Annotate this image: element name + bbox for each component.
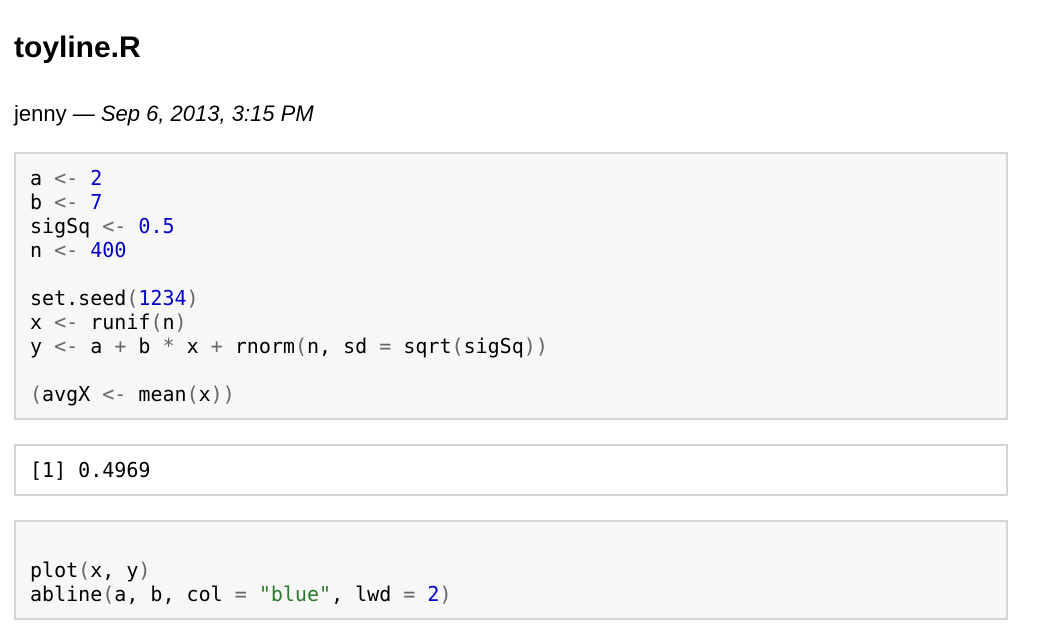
- code-token: ): [174, 310, 187, 334]
- code-token: (: [186, 382, 199, 406]
- code-line: abline(a, b, col = "blue", lwd = 2): [30, 582, 992, 606]
- code-token: <-: [54, 310, 79, 334]
- document-title: toyline.R: [14, 31, 141, 64]
- code-line: b <- 7: [30, 190, 992, 214]
- code-token: n: [162, 310, 175, 334]
- code-line: plot(x, y): [30, 558, 992, 582]
- code-token: y: [30, 334, 43, 358]
- code-token: (: [102, 582, 115, 606]
- code-token: sigSq: [463, 334, 524, 358]
- code-line: n <- 400: [30, 238, 992, 262]
- code-token: avgX: [42, 382, 103, 406]
- code-token: +: [210, 334, 223, 358]
- code-token: (: [294, 334, 307, 358]
- code-token: x, y: [90, 558, 139, 582]
- code-token: =: [403, 582, 416, 606]
- publish-date: Sep 6, 2013, 3:15 PM: [100, 101, 314, 126]
- code-chunk-2: plot(x, y) abline(a, b, col = "blue", lwd…: [14, 520, 1008, 620]
- code-token: a: [30, 166, 43, 190]
- code-token: <-: [54, 334, 79, 358]
- code-token: set.seed: [30, 286, 127, 310]
- code-token: mean: [126, 382, 187, 406]
- code-token: a, b, col: [114, 582, 235, 606]
- code-token: x: [198, 382, 211, 406]
- code-token: )): [523, 334, 548, 358]
- code-token: <-: [54, 238, 79, 262]
- code-line: sigSq <- 0.5: [30, 214, 992, 238]
- code-token: 7: [90, 190, 103, 214]
- code-token: =: [234, 582, 247, 606]
- code-token: <-: [54, 190, 79, 214]
- output-line: [1] 0.4969: [30, 458, 151, 482]
- code-line: x <- runif(n): [30, 310, 992, 334]
- output-chunk-1: [1] 0.4969: [14, 444, 1008, 496]
- code-token: runif: [78, 310, 151, 334]
- code-token: 1234: [138, 286, 187, 310]
- code-token: 2: [90, 166, 103, 190]
- code-token: +: [114, 334, 127, 358]
- code-chunk-1: a <- 2b <- 7 sigSq <- 0.5 n <- 400 set.seed…: [14, 152, 1008, 420]
- code-token: =: [379, 334, 392, 358]
- code-token: sqrt: [391, 334, 452, 358]
- code-token: (: [78, 558, 91, 582]
- author-name: jenny: [14, 101, 67, 126]
- code-token: ): [186, 286, 199, 310]
- code-token: n: [30, 238, 43, 262]
- code-token: <-: [102, 214, 127, 238]
- code-token: <-: [54, 166, 79, 190]
- code-token: (: [30, 382, 43, 406]
- code-token: (: [451, 334, 464, 358]
- code-token: "blue": [258, 582, 332, 606]
- code-token: x: [174, 334, 211, 358]
- code-token: a: [78, 334, 115, 358]
- code-line: y <- a + b * x + rnorm(n, sd = sqrt(sigS…: [30, 334, 992, 358]
- code-token: sigSq: [30, 214, 91, 238]
- byline-separator: —: [66, 101, 101, 126]
- code-token: plot: [30, 558, 79, 582]
- code-token: (: [150, 310, 163, 334]
- code-token: )): [210, 382, 235, 406]
- code-token: ): [138, 558, 151, 582]
- code-token: b: [30, 190, 43, 214]
- code-token: <-: [102, 382, 127, 406]
- code-token: 0.5: [138, 214, 175, 238]
- code-token: (: [126, 286, 139, 310]
- code-token: , lwd: [331, 582, 404, 606]
- code-token: abline: [30, 582, 103, 606]
- byline: jenny — Sep 6, 2013, 3:15 PM: [14, 100, 314, 128]
- code-token: n, sd: [307, 334, 380, 358]
- code-line: a <- 2: [30, 166, 992, 190]
- code-line: set.seed(1234): [30, 286, 992, 310]
- code-token: 2: [427, 582, 440, 606]
- code-token: *: [162, 334, 175, 358]
- code-token: x: [30, 310, 43, 334]
- code-token: rnorm: [222, 334, 295, 358]
- code-line: (avgX <- mean(x)): [30, 382, 992, 406]
- code-token: 400: [90, 238, 127, 262]
- code-token: ): [439, 582, 452, 606]
- code-token: b: [126, 334, 163, 358]
